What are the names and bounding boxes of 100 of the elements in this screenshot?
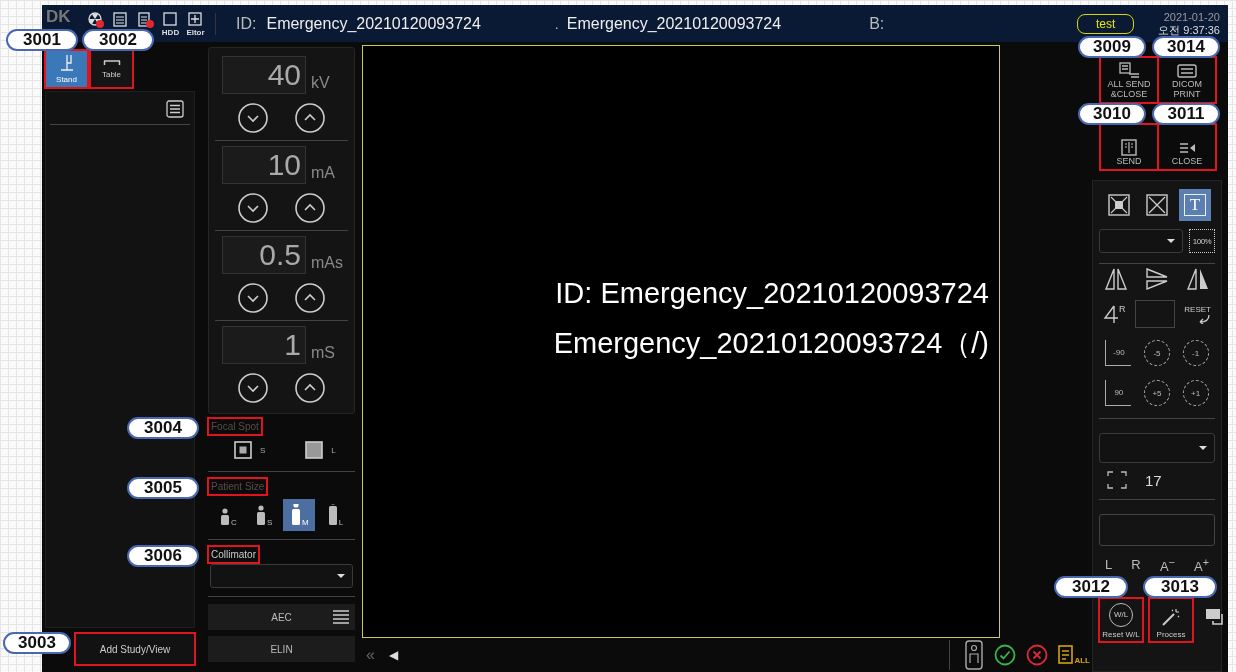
chevron-down-icon[interactable] <box>237 102 270 134</box>
document-list-icon <box>1117 61 1141 79</box>
user-badge[interactable]: test <box>1076 13 1135 34</box>
action-button[interactable]: ALL SEND &CLOSE <box>1100 57 1158 103</box>
flip-vertical-icon[interactable] <box>1144 266 1170 292</box>
aec-button[interactable]: AEC <box>208 604 355 630</box>
printer-icon <box>1175 61 1199 79</box>
value-field[interactable]: 0.5 <box>222 236 306 274</box>
chevron-down-icon[interactable] <box>237 282 270 314</box>
date-text: 2021-01-20 <box>1163 10 1220 24</box>
chevron-down-icon[interactable] <box>237 192 270 224</box>
menu-icon[interactable] <box>166 100 184 118</box>
text-input[interactable] <box>1099 514 1215 546</box>
elin-button[interactable]: ELIN <box>208 636 355 662</box>
value-field[interactable]: 40 <box>222 56 306 94</box>
position-tab[interactable]: Stand <box>45 50 88 88</box>
patient-size-button[interactable]: C <box>212 499 244 531</box>
viewer-text: Emergency_20210120093724（/) <box>553 326 989 361</box>
option-label: L <box>331 445 336 455</box>
plus-square-icon[interactable] <box>186 10 205 28</box>
caret-icon <box>336 573 346 579</box>
action-button[interactable]: DICOM PRINT <box>1158 57 1216 103</box>
table-icon <box>102 59 121 66</box>
menu-icon <box>333 610 349 624</box>
chevron-up-icon[interactable] <box>293 102 326 134</box>
preview-box <box>1134 300 1175 328</box>
callout-badge: 3013 <box>1143 576 1217 598</box>
collapse-button[interactable]: « <box>362 646 379 664</box>
callout-badge: 3011 <box>1152 103 1220 125</box>
add-study-button[interactable]: Add Study/View <box>75 633 195 665</box>
wand-icon <box>1160 607 1182 627</box>
unit-label: kV <box>311 74 330 92</box>
caret-icon <box>1166 238 1176 244</box>
position-tab[interactable]: Table <box>90 50 133 88</box>
reset-wl-button[interactable]: W/L Reset W/L <box>1099 598 1143 642</box>
value-field[interactable]: 10 <box>222 146 306 184</box>
radio-square-icon[interactable] <box>305 441 324 459</box>
section-title: Patient Size <box>208 478 268 495</box>
unit-label: mA <box>311 164 335 182</box>
curved-arrow-icon <box>1197 313 1211 324</box>
actual-size-button[interactable]: 100% <box>1189 229 1215 253</box>
unit-label: mAs <box>311 254 343 272</box>
mirror-icon[interactable] <box>1185 266 1211 292</box>
field-label: B: <box>869 14 885 33</box>
previous-button[interactable]: ◀ <box>388 648 398 662</box>
status-label: HDD <box>161 27 180 37</box>
callout-badge: 3003 <box>3 632 71 654</box>
separator-text: . <box>554 15 559 32</box>
square-icon[interactable] <box>161 10 180 28</box>
person-icon <box>255 504 267 528</box>
chevron-up-icon[interactable] <box>293 372 326 404</box>
callout-badge: 3004 <box>127 417 199 439</box>
cancel-circle-icon[interactable] <box>1026 644 1049 666</box>
option-label: S <box>260 445 266 455</box>
action-button[interactable]: CLOSE <box>1158 124 1216 170</box>
person-icon <box>289 504 302 528</box>
marker-button[interactable]: L <box>1105 556 1113 572</box>
check-circle-icon[interactable] <box>994 644 1017 666</box>
person-frame-icon[interactable] <box>964 640 985 670</box>
send-all-button[interactable]: ALL <box>1058 645 1090 665</box>
callout-badge: 3005 <box>127 477 199 499</box>
marker-button[interactable]: R <box>1131 556 1141 572</box>
person-icon <box>326 504 339 528</box>
marker-button[interactable]: A$^{−}$ <box>1159 556 1175 572</box>
unit-label: mS <box>311 344 335 362</box>
rotate-button[interactable]: 90 <box>1105 380 1132 406</box>
callout-badge: 3001 <box>6 29 78 51</box>
document-icon[interactable] <box>136 10 155 28</box>
list-icon[interactable] <box>111 10 130 28</box>
patient-id: Emergency_20210120093724 <box>266 14 481 33</box>
list-icon <box>1058 645 1075 665</box>
marker-button[interactable]: A$^{+}$ <box>1194 556 1209 572</box>
callout-badge: 3012 <box>1054 576 1128 598</box>
value-field[interactable]: 1 <box>222 326 306 364</box>
action-button[interactable]: SEND <box>1100 124 1158 170</box>
patient-size-button[interactable]: M <box>283 499 316 531</box>
callout-badge: 3002 <box>82 29 154 51</box>
text-tool-button[interactable]: T <box>1179 189 1211 221</box>
patient-size-button[interactable]: S <box>247 499 280 531</box>
flip-horizontal-icon[interactable] <box>1103 266 1129 292</box>
reset-button[interactable]: RESET <box>1184 304 1211 324</box>
callout-badge: 3010 <box>1078 103 1146 125</box>
chevron-up-icon[interactable] <box>293 282 326 314</box>
section-title: Focal Spot <box>208 418 262 435</box>
patient-name: Emergency_20210120093724 <box>566 14 782 33</box>
callout-badge: 3009 <box>1078 36 1146 58</box>
frame-corners-icon[interactable] <box>1107 471 1127 489</box>
callout-badge: 3006 <box>127 545 199 567</box>
patient-size-button[interactable]: L <box>318 499 351 531</box>
caret-icon <box>1198 445 1208 451</box>
chevron-up-icon[interactable] <box>293 192 326 224</box>
status-label: Eltor <box>186 27 205 37</box>
orientation-button[interactable]: R <box>1103 304 1126 324</box>
logo: DK <box>46 8 72 26</box>
process-button[interactable]: Process <box>1149 598 1193 642</box>
chevron-down-icon[interactable] <box>237 372 270 404</box>
radio-square-icon[interactable] <box>234 441 252 459</box>
radiation-icon[interactable] <box>86 10 105 28</box>
viewer-text: ID: Emergency_20210120093724 <box>554 276 989 311</box>
rotate-button[interactable]: -90 <box>1105 340 1132 366</box>
